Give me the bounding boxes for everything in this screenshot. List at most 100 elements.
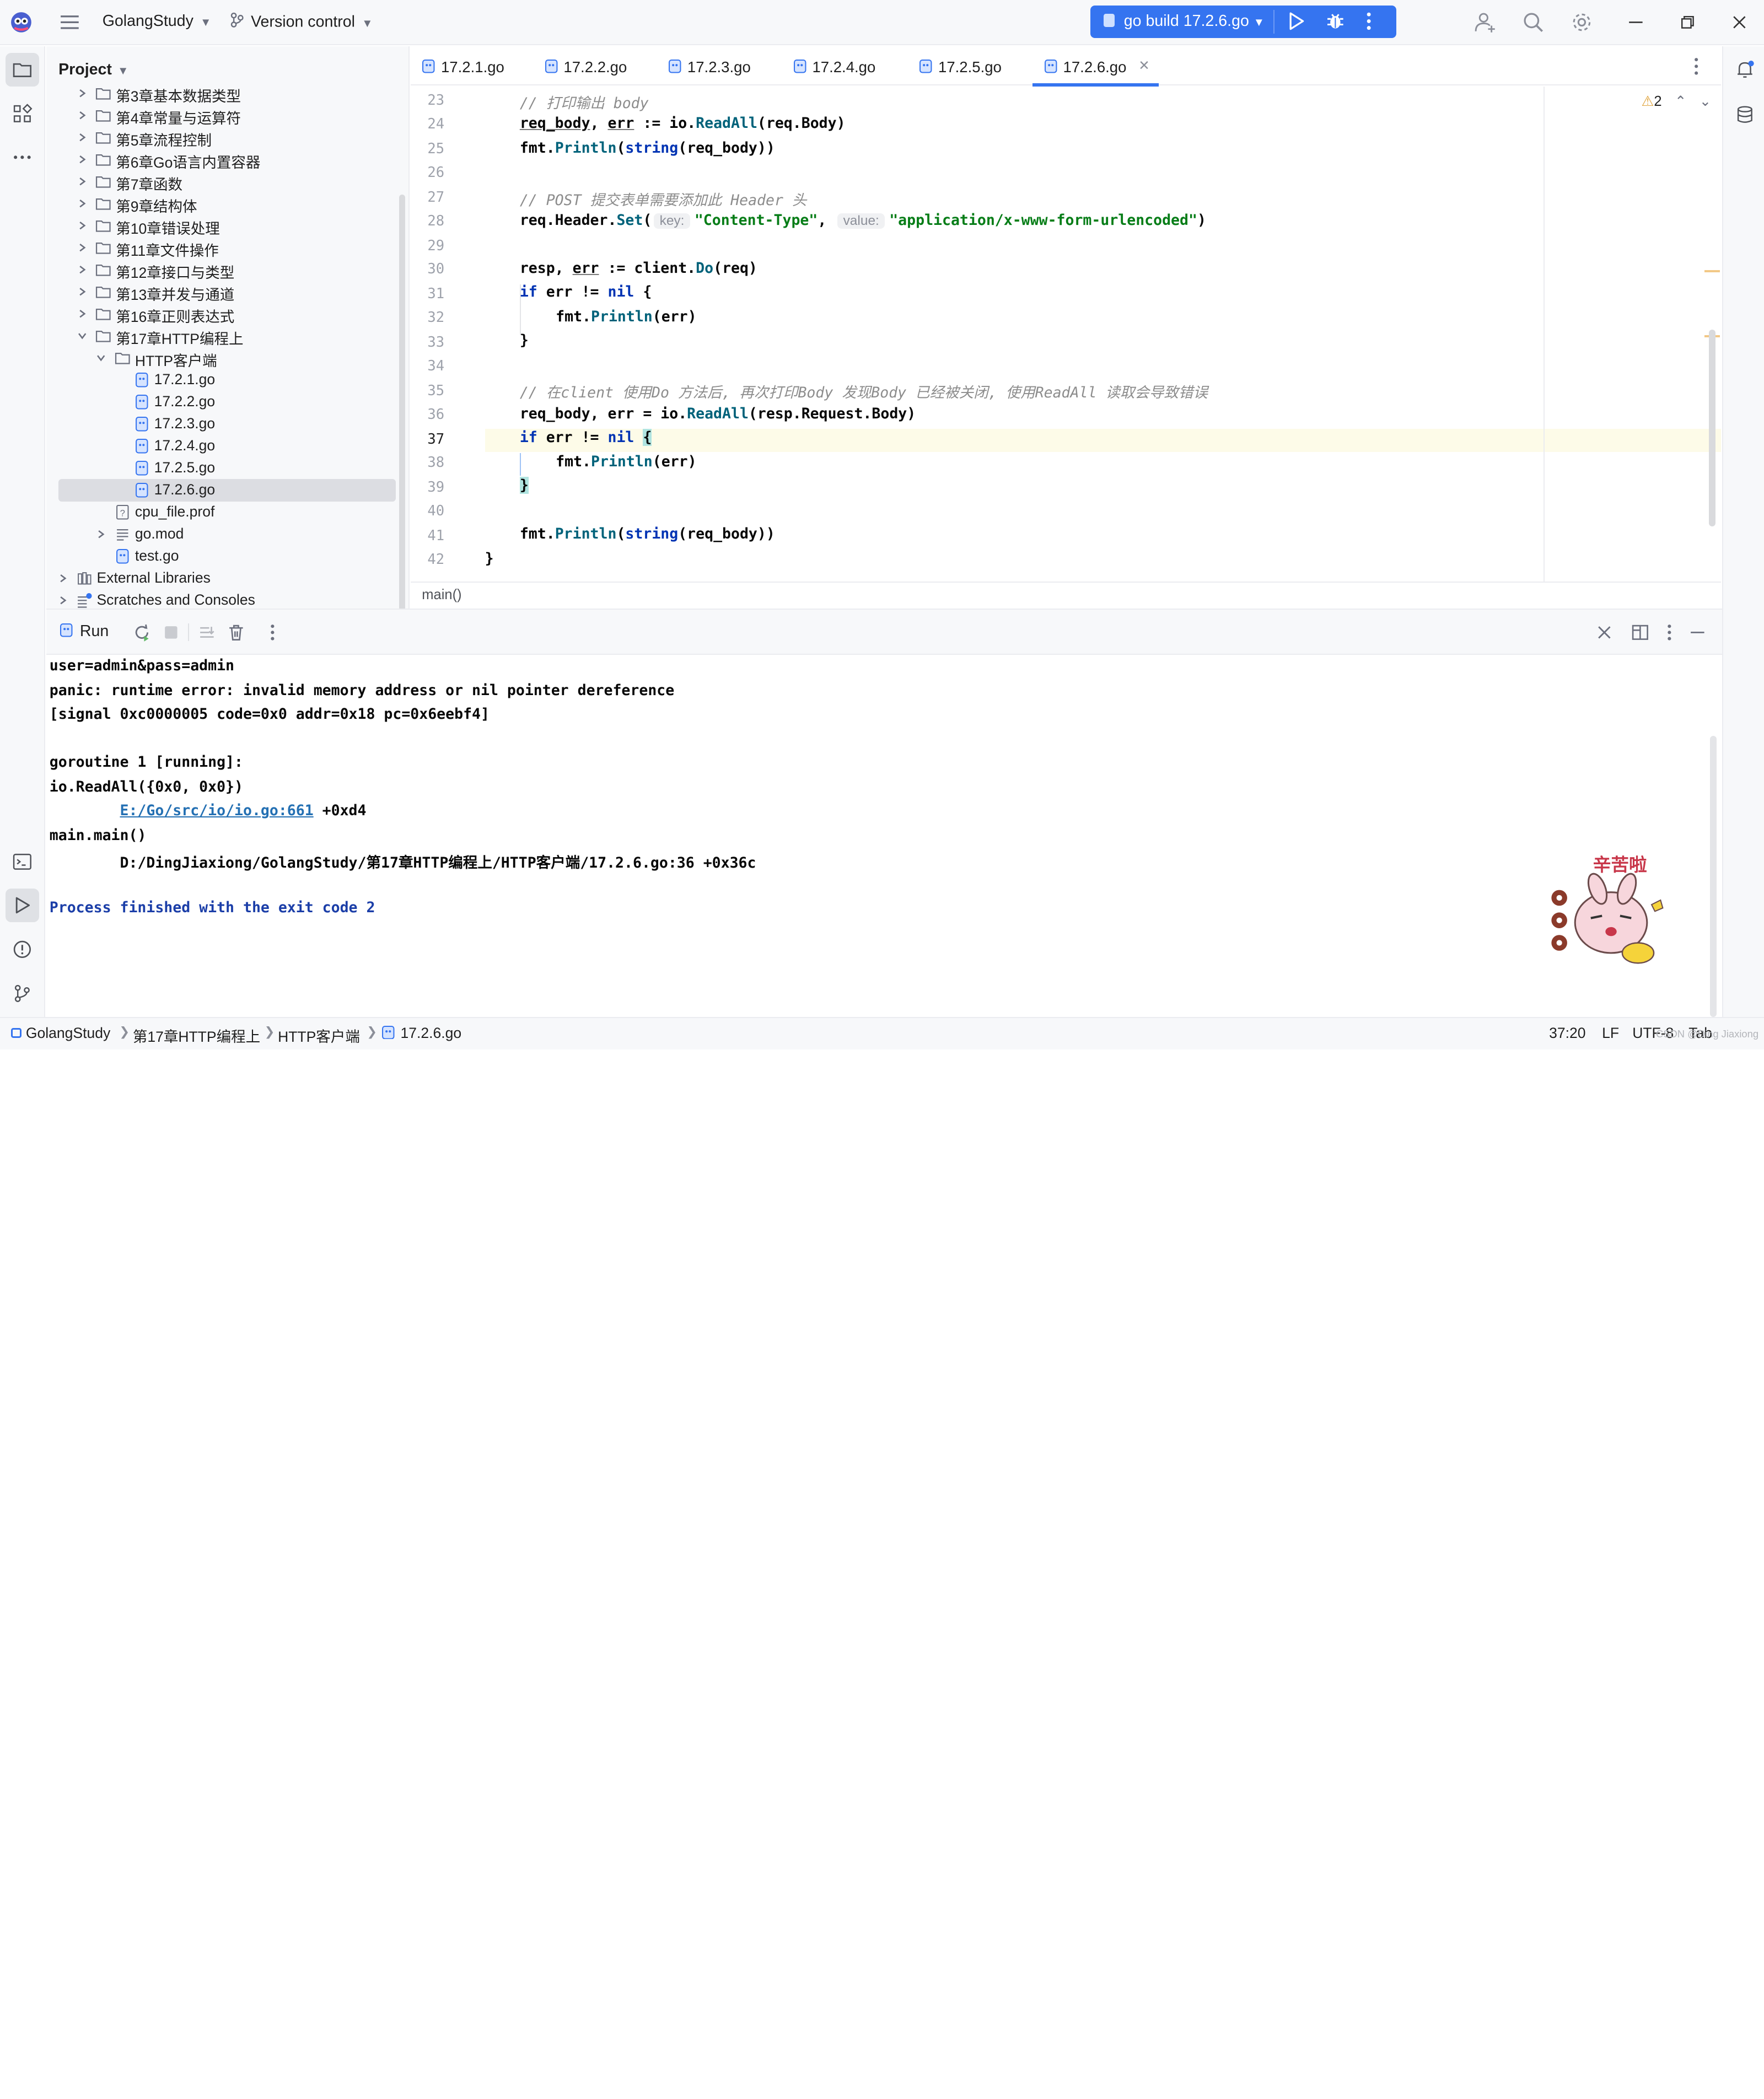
tree-file-item[interactable]: 17.2.2.go bbox=[46, 391, 408, 413]
chevron-right-icon[interactable] bbox=[77, 110, 88, 121]
editor-scrollbar[interactable] bbox=[1708, 329, 1716, 527]
chevron-right-icon[interactable] bbox=[77, 264, 88, 275]
database-icon[interactable] bbox=[1735, 105, 1755, 125]
tree-file-item[interactable]: 17.2.6.go bbox=[46, 478, 408, 502]
tree-item[interactable]: External Libraries bbox=[46, 567, 408, 590]
run-config-selector[interactable]: go build 17.2.6.go ▼ bbox=[1104, 12, 1265, 30]
chevron-right-icon[interactable] bbox=[77, 220, 88, 231]
editor-tab[interactable]: 17.2.1.go bbox=[411, 46, 532, 85]
tree-file-item[interactable]: 17.2.3.go bbox=[46, 413, 408, 435]
chevron-right-icon[interactable] bbox=[57, 573, 68, 584]
chevron-right-icon[interactable] bbox=[77, 154, 88, 165]
app-logo-icon[interactable] bbox=[9, 10, 34, 35]
tree-file-item[interactable]: 17.2.1.go bbox=[46, 369, 408, 391]
search-icon[interactable] bbox=[1522, 11, 1545, 34]
run-tab[interactable]: Run bbox=[60, 622, 109, 641]
gear-icon[interactable] bbox=[1571, 11, 1593, 34]
chevron-down-icon: ▼ bbox=[362, 17, 373, 30]
close-icon[interactable] bbox=[1594, 622, 1615, 643]
layout-icon[interactable] bbox=[1630, 622, 1650, 643]
chevron-down-icon[interactable]: ⌄ bbox=[1700, 94, 1711, 109]
breadcrumb-function[interactable]: main() bbox=[422, 587, 461, 603]
scroll-to-end-icon[interactable] bbox=[197, 622, 217, 643]
chevron-right-icon[interactable] bbox=[95, 529, 106, 540]
vcs-selector[interactable]: Version control ▼ bbox=[230, 12, 373, 31]
stop-icon[interactable] bbox=[161, 622, 181, 643]
tree-folder-item[interactable]: 第17章HTTP编程上 bbox=[46, 325, 408, 347]
rerun-icon[interactable] bbox=[132, 622, 152, 643]
caret-position[interactable]: 37:20 bbox=[1549, 1025, 1585, 1042]
tree-file-item[interactable]: 17.2.5.go bbox=[46, 457, 408, 480]
minimize-icon[interactable] bbox=[1625, 11, 1647, 34]
source-link[interactable]: E:/Go/src/io/io.go:661 bbox=[120, 802, 314, 819]
more-vertical-icon[interactable] bbox=[262, 622, 283, 643]
chevron-down-icon[interactable] bbox=[77, 330, 88, 341]
tree-file-item[interactable]: 17.2.4.go bbox=[46, 435, 408, 458]
tree-folder-item[interactable]: HTTP客户端 bbox=[46, 347, 408, 369]
more-vertical-icon[interactable] bbox=[1659, 622, 1680, 643]
code-area[interactable]: // 打印输出 body req_body, err := io.ReadAll… bbox=[485, 87, 1722, 582]
status-breadcrumb-project[interactable]: GolangStudy bbox=[11, 1025, 110, 1042]
more-tools-button[interactable] bbox=[6, 141, 39, 174]
chevron-right-icon[interactable] bbox=[77, 286, 88, 297]
tree-item[interactable]: go.mod bbox=[46, 523, 408, 546]
tree-folder-item[interactable]: 第4章常量与运算符 bbox=[46, 104, 408, 127]
chevron-right-icon[interactable] bbox=[77, 176, 88, 187]
editor-tab[interactable]: 17.2.3.go bbox=[657, 46, 778, 85]
notifications-icon[interactable] bbox=[1735, 60, 1755, 80]
editor-tab[interactable]: 17.2.5.go bbox=[908, 46, 1029, 85]
tree-folder-item[interactable]: 第3章基本数据类型 bbox=[46, 87, 408, 105]
git-tool-button[interactable] bbox=[6, 976, 39, 1010]
run-tool-button[interactable] bbox=[6, 889, 40, 923]
tree-folder-item[interactable]: 第5章流程控制 bbox=[46, 126, 408, 149]
debug-icon[interactable] bbox=[1325, 11, 1346, 31]
close-icon[interactable] bbox=[1728, 11, 1751, 34]
structure-tool-button[interactable] bbox=[6, 97, 39, 131]
tree-folder-item[interactable]: 第9章结构体 bbox=[46, 192, 408, 215]
minimize-panel-icon[interactable] bbox=[1687, 622, 1708, 643]
status-breadcrumb-file[interactable]: 17.2.6.go bbox=[381, 1025, 461, 1042]
editor-tab[interactable]: 17.2.2.go bbox=[533, 46, 654, 85]
console-scrollbar[interactable] bbox=[1710, 735, 1717, 1017]
problems-tool-button[interactable] bbox=[6, 933, 39, 966]
inspection-widget[interactable]: ⚠2 ⌃ ⌄ bbox=[1642, 93, 1712, 110]
chevron-right-icon[interactable] bbox=[77, 88, 88, 99]
tree-folder-item[interactable]: 第13章并发与通道 bbox=[46, 281, 408, 303]
tree-folder-item[interactable]: 第12章接口与类型 bbox=[46, 259, 408, 281]
chevron-right-icon[interactable] bbox=[77, 308, 88, 319]
close-tab-icon[interactable]: ✕ bbox=[1138, 57, 1150, 74]
console-output[interactable]: user=admin&pass=admin panic: runtime err… bbox=[50, 655, 1714, 1018]
tree-item[interactable]: ? cpu_file.prof bbox=[46, 501, 408, 524]
main-menu-icon[interactable] bbox=[58, 12, 81, 33]
status-breadcrumb-folder[interactable]: 第17章HTTP编程上 bbox=[133, 1025, 260, 1046]
tree-folder-item[interactable]: 第16章正则表达式 bbox=[46, 303, 408, 325]
run-icon[interactable] bbox=[1286, 11, 1306, 31]
tree-folder-item[interactable]: 第7章函数 bbox=[46, 170, 408, 193]
editor-tab[interactable]: 17.2.4.go bbox=[782, 46, 903, 85]
tree-folder-item[interactable]: 第11章文件操作 bbox=[46, 236, 408, 259]
restore-icon[interactable] bbox=[1676, 11, 1699, 34]
line-separator[interactable]: LF bbox=[1602, 1025, 1619, 1042]
chevron-right-icon[interactable] bbox=[77, 198, 88, 209]
chevron-right-icon[interactable] bbox=[77, 242, 88, 253]
editor-tab-active[interactable]: 17.2.6.go ✕ bbox=[1032, 46, 1159, 87]
chevron-right-icon[interactable] bbox=[57, 595, 68, 606]
more-vertical-icon[interactable] bbox=[1364, 10, 1373, 33]
tree-folder-item[interactable]: 第10章错误处理 bbox=[46, 214, 408, 237]
status-breadcrumb-folder[interactable]: HTTP客户端 bbox=[278, 1025, 360, 1046]
project-tool-button[interactable] bbox=[6, 52, 40, 87]
tree-item[interactable]: Scratches and Consoles bbox=[46, 589, 408, 609]
trash-icon[interactable] bbox=[226, 622, 246, 643]
project-selector[interactable]: GolangStudy ▼ bbox=[103, 12, 212, 30]
project-scrollbar[interactable] bbox=[399, 195, 405, 609]
more-vertical-icon[interactable] bbox=[1692, 56, 1701, 77]
chevron-up-icon[interactable]: ⌃ bbox=[1675, 94, 1686, 109]
chevron-right-icon[interactable] bbox=[77, 132, 88, 143]
tree-file-item[interactable]: test.go bbox=[46, 545, 408, 568]
project-view-selector[interactable]: Project ▼ bbox=[58, 61, 128, 79]
terminal-tool-button[interactable] bbox=[6, 845, 39, 879]
add-user-icon[interactable] bbox=[1473, 11, 1496, 34]
warning-marker[interactable] bbox=[1704, 270, 1720, 272]
tree-folder-item[interactable]: 第6章Go语言内置容器 bbox=[46, 148, 408, 171]
chevron-down-icon[interactable] bbox=[95, 352, 106, 363]
